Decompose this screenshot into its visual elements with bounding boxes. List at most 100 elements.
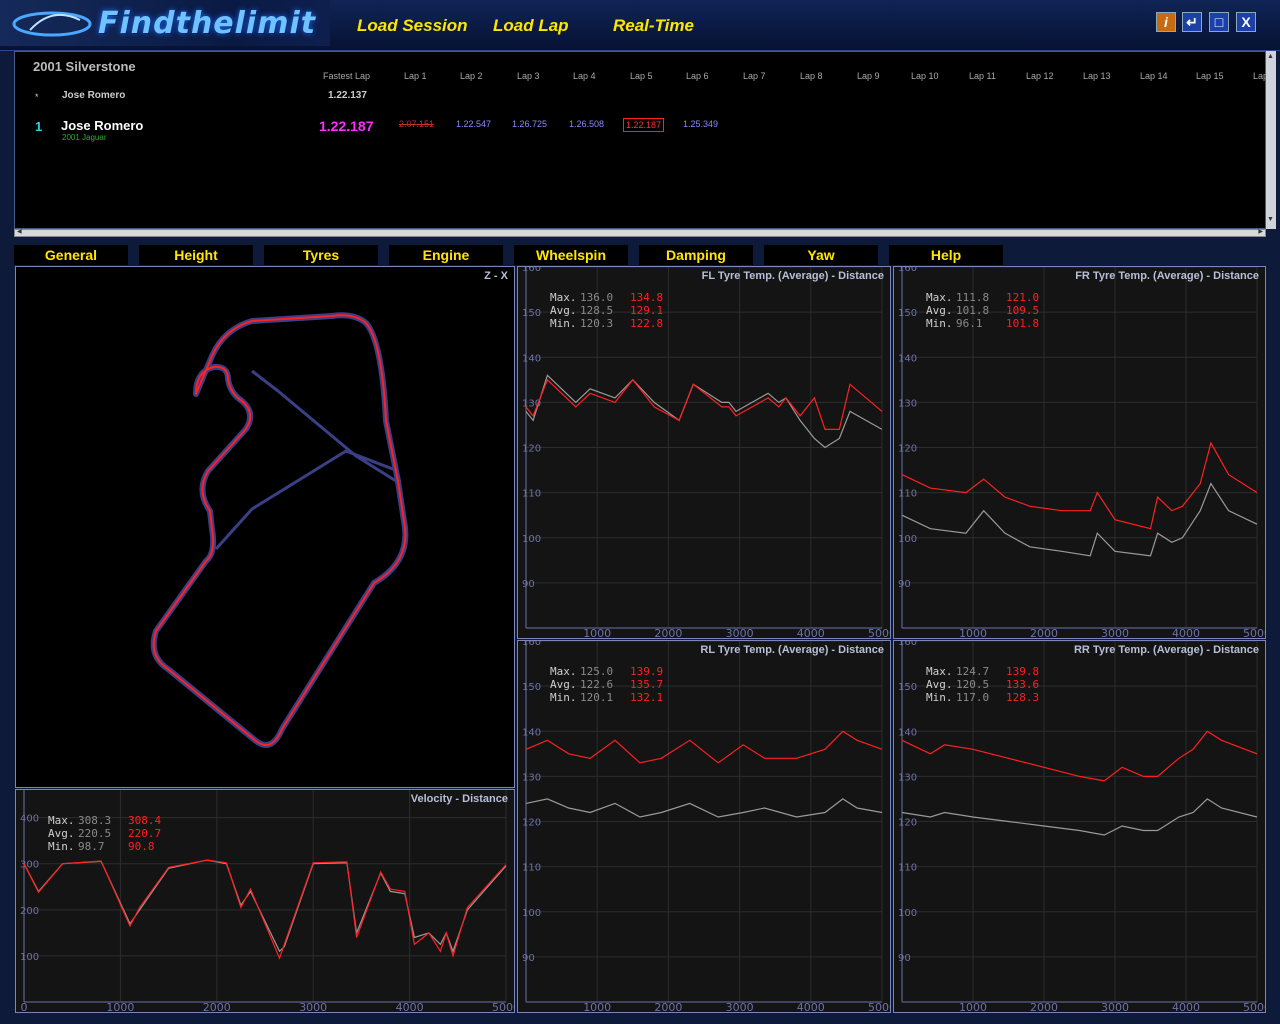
scroll-down-icon[interactable]: ▼ [1267,216,1274,223]
stat-max-reference: 136.0 [580,291,613,304]
x-tick-label: 5000 [1243,627,1265,638]
lap-time-2[interactable]: 1.22.547 [454,118,493,130]
series-current-line [525,730,883,764]
x-tick-label: 1000 [583,1001,611,1012]
driver-name[interactable]: Jose Romero [61,118,143,133]
x-tick-label: 1000 [959,1001,987,1012]
series-reference-line [525,798,883,818]
stat-max-label: Max. [926,291,953,304]
tab-help[interactable]: Help [889,245,1003,265]
x-tick-label: 0 [21,1001,28,1012]
header-lap-4: Lap 4 [573,71,596,81]
tab-height[interactable]: Height [139,245,253,265]
y-tick-label: 90 [522,579,535,590]
y-tick-label: 200 [20,906,39,917]
info-button[interactable]: i [1156,12,1176,32]
track-map-svg [150,312,409,748]
lap-time-3[interactable]: 1.26.725 [510,118,549,130]
fl-tyre-chart-panel: 90 100 110 120 130 140 150 160 1000 2000 3000 4000 5… [517,266,891,639]
header-lap-8: Lap 8 [800,71,823,81]
y-tick-label: 140 [522,727,541,738]
stat-max-label: Max. [926,665,953,678]
tab-damping[interactable]: Damping [639,245,753,265]
stat-min-label: Min. [550,317,577,330]
stat-avg-current: 109.5 [1006,304,1039,317]
real-time-link[interactable]: Real-Time [613,16,694,36]
y-tick-label: 100 [898,534,917,545]
close-button[interactable]: X [1236,12,1256,32]
y-tick-label: 400 [20,814,39,825]
header-lap-5: Lap 5 [630,71,653,81]
lap-time-6[interactable]: 1.25.349 [681,118,720,130]
header-lap-2: Lap 2 [460,71,483,81]
x-tick-label: 4000 [396,1001,424,1012]
driver-car: 2001 Jaguar [62,133,107,142]
back-button[interactable]: ↵ [1182,12,1202,32]
logo: Findthelimit [0,0,330,46]
y-tick-label: 120 [898,818,917,829]
y-tick-label: 100 [522,908,541,919]
header-lap-3: Lap 3 [517,71,540,81]
lap-time-5[interactable]: 1.22.187 [623,118,665,132]
y-tick-label: 140 [898,727,917,738]
y-tick-label: 100 [898,908,917,919]
x-tick-label: 3000 [726,1001,754,1012]
y-tick-label: 110 [898,489,917,500]
stat-min-current: 128.3 [1006,691,1039,704]
x-tick-label: 3000 [1101,627,1129,638]
y-tick-label: 130 [898,772,917,783]
y-tick-label: 130 [898,398,917,409]
lap-panel-horizontal-scrollbar[interactable]: ◀ ▶ [14,229,1266,237]
stat-max-label: Max. [550,665,577,678]
scroll-left-icon[interactable]: ◀ [17,228,22,235]
tab-yaw[interactable]: Yaw [764,245,878,265]
stat-max-current: 139.8 [1006,665,1039,678]
x-tick-label: 1000 [583,627,611,638]
load-session-link[interactable]: Load Session [357,16,468,36]
stat-max-reference: 125.0 [580,665,613,678]
y-tick-label: 140 [522,353,541,364]
stat-min-reference: 117.0 [956,691,989,704]
stat-avg-current: 133.6 [1006,678,1039,691]
tab-engine[interactable]: Engine [389,245,503,265]
tab-general[interactable]: General [14,245,128,265]
x-tick-label: 2000 [654,627,682,638]
series-reference-line [525,374,883,449]
tab-tyres[interactable]: Tyres [264,245,378,265]
stat-avg-reference: 120.5 [956,678,989,691]
scroll-right-icon[interactable]: ▶ [1258,228,1263,235]
y-tick-label: 140 [898,353,917,364]
session-title: 2001 Silverstone [33,59,136,74]
stat-max-current: 134.8 [630,291,663,304]
rr-tyre-chart-panel: 90 100 110 120 130 140 150 160 1000 2000 3000 4000 5… [893,640,1266,1013]
y-tick-label: 160 [898,267,917,274]
stat-max-label: Max. [550,291,577,304]
y-tick-label: 130 [522,772,541,783]
y-tick-label: 150 [898,308,917,319]
stat-min-reference: 98.7 [78,840,105,853]
track-current-lap [152,314,407,746]
stat-avg-reference: 220.5 [78,827,111,840]
chart-title: FL Tyre Temp. (Average) - Distance [702,270,884,282]
x-tick-label: 2000 [1030,627,1058,638]
stat-avg-current: 220.7 [128,827,161,840]
y-tick-label: 110 [522,863,541,874]
lap-time-1[interactable]: 2.07.151 [397,118,436,130]
stat-min-current: 132.1 [630,691,663,704]
load-lap-link[interactable]: Load Lap [493,16,569,36]
series-current-line [901,730,1258,782]
tab-wheelspin[interactable]: Wheelspin [514,245,628,265]
stat-min-label: Min. [48,840,75,853]
header-lap-10: Lap 10 [911,71,939,81]
x-tick-label: 4000 [1172,1001,1200,1012]
driver-fastest-lap: 1.22.187 [319,118,374,134]
logo-swoosh-icon [12,11,92,37]
lap-time-4[interactable]: 1.26.508 [567,118,606,130]
track-map-panel: Z - X [15,266,515,788]
scroll-up-icon[interactable]: ▲ [1267,53,1274,60]
x-tick-label: 2000 [654,1001,682,1012]
x-tick-label: 2000 [1030,1001,1058,1012]
lap-panel-vertical-scrollbar[interactable]: ▲ ▼ [1266,51,1276,229]
maximize-button[interactable]: □ [1209,12,1229,32]
stat-min-current: 101.8 [1006,317,1039,330]
